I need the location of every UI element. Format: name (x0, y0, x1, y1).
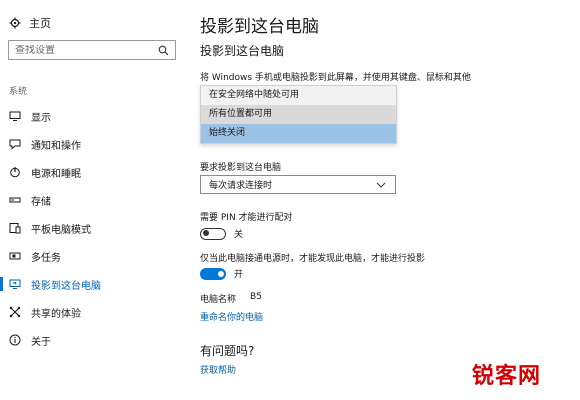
sidebar-item-label: 通知和操作 (31, 140, 81, 152)
request-select-value: 每次请求连接时 (209, 181, 273, 191)
search-box[interactable] (8, 40, 176, 60)
sidebar-item-project[interactable]: 投影到这台电脑 (0, 270, 186, 298)
watermark-logo: 锐客网 (472, 363, 542, 389)
search-input[interactable] (15, 44, 157, 56)
sidebar-item-label: 多任务 (31, 252, 61, 264)
sidebar-item-label: 显示 (31, 112, 51, 124)
message-icon (9, 138, 21, 150)
sidebar-item-label: 关于 (31, 336, 51, 348)
rename-pc-link[interactable]: 重命名你的电脑 (200, 310, 263, 323)
sidebar-item-storage[interactable]: 存储 (0, 186, 186, 214)
pin-toggle-row: 关 (200, 227, 243, 240)
sidebar-item-tablet[interactable]: 平板电脑模式 (0, 214, 186, 242)
sidebar-item-label: 共享的体验 (31, 308, 81, 320)
power-icon (9, 166, 21, 178)
dropdown-option-selected[interactable]: 始终关闭 (201, 124, 396, 143)
power-toggle-state: 开 (234, 270, 244, 280)
chevron-down-icon (375, 179, 387, 191)
search-icon[interactable] (157, 44, 169, 56)
get-help-link[interactable]: 获取帮助 (200, 363, 236, 376)
sidebar-item-power[interactable]: 电源和睡眠 (0, 158, 186, 186)
request-label: 要求投影到这台电脑 (200, 163, 282, 173)
page-title: 投影到这台电脑 (200, 17, 319, 37)
availability-dropdown-list[interactable]: 在安全网络中随处可用 所有位置都可用 始终关闭 (200, 85, 397, 144)
power-label: 仅当此电脑接通电源时，才能发现此电脑，才能进行投影 (200, 254, 426, 264)
settings-sidebar: 主页 系统 显示 通知和操作 电源和睡眠 存储 平板电脑模式 (0, 0, 186, 400)
info-icon (9, 334, 21, 346)
dropdown-option[interactable]: 所有位置都可用 (201, 105, 396, 124)
sidebar-item-label: 投影到这台电脑 (31, 280, 101, 292)
sidebar-item-label: 电源和睡眠 (31, 168, 81, 180)
power-toggle-row: 开 (200, 267, 243, 280)
share-icon (9, 306, 21, 318)
sidebar-item-display[interactable]: 显示 (0, 102, 186, 130)
home-link[interactable]: 主页 (9, 15, 51, 31)
pc-name-value: B5 (250, 292, 262, 302)
sidebar-item-multitask[interactable]: 多任务 (0, 242, 186, 270)
request-select[interactable]: 每次请求连接时 (200, 175, 396, 194)
sidebar-item-about[interactable]: 关于 (0, 326, 186, 354)
question-heading: 有问题吗? (200, 344, 255, 358)
description-text: 将 Windows 手机或电脑投影到此屏幕，并使用其键盘、鼠标和其他 (200, 73, 471, 83)
sidebar-item-label: 存储 (31, 196, 51, 208)
project-icon (9, 278, 21, 290)
section-label: 系统 (9, 87, 28, 97)
pin-toggle-state: 关 (234, 230, 244, 240)
home-label: 主页 (29, 17, 51, 30)
pc-name-row: 电脑名称 B5 (200, 292, 262, 305)
power-toggle[interactable] (200, 267, 226, 280)
sidebar-item-label: 平板电脑模式 (31, 224, 91, 236)
pc-name-label: 电脑名称 (200, 295, 237, 305)
multitask-icon (9, 250, 21, 262)
pin-toggle[interactable] (200, 227, 226, 240)
pin-label: 需要 PIN 才能进行配对 (200, 213, 293, 223)
dropdown-option[interactable]: 在安全网络中随处可用 (201, 86, 396, 105)
monitor-icon (9, 110, 21, 122)
storage-icon (9, 194, 21, 206)
section-heading: 投影到这台电脑 (200, 44, 285, 58)
gear-icon (9, 17, 21, 29)
sidebar-item-notifications[interactable]: 通知和操作 (0, 130, 186, 158)
tablet-icon (9, 222, 21, 234)
sidebar-nav: 显示 通知和操作 电源和睡眠 存储 平板电脑模式 多任务 投影到这台电脑 共享的… (0, 102, 186, 354)
sidebar-item-shared[interactable]: 共享的体验 (0, 298, 186, 326)
